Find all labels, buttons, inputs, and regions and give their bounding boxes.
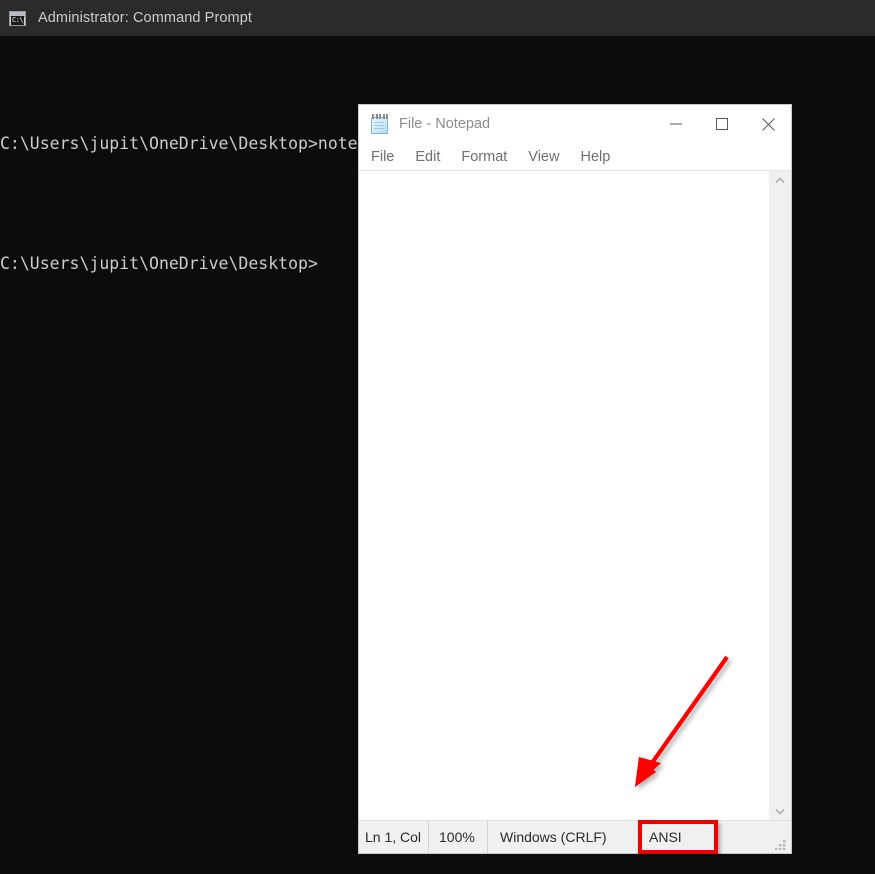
notepad-window[interactable]: File - Notepad File Edit Format View Hel… <box>358 104 792 854</box>
menu-item-edit[interactable]: Edit <box>415 149 440 165</box>
notepad-icon <box>371 114 389 134</box>
status-zoom-level[interactable]: 100% <box>429 821 488 853</box>
menu-item-file[interactable]: File <box>371 149 394 165</box>
command-prompt-icon: C:\_ <box>9 10 26 26</box>
status-line-column[interactable]: Ln 1, Col <box>359 821 429 853</box>
window-controls <box>653 105 791 143</box>
vertical-scrollbar[interactable] <box>769 171 791 820</box>
notepad-menubar: File Edit Format View Help <box>359 143 791 171</box>
close-button[interactable] <box>745 105 791 143</box>
notepad-window-title: File - Notepad <box>399 116 491 132</box>
console-window-title: Administrator: Command Prompt <box>38 10 253 26</box>
chevron-down-icon[interactable] <box>769 802 791 820</box>
notepad-statusbar: Ln 1, Col 100% Windows (CRLF) ANSI <box>359 820 791 853</box>
resize-grip-icon[interactable] <box>775 837 787 851</box>
maximize-button[interactable] <box>699 105 745 143</box>
notepad-text-editor[interactable] <box>359 171 769 820</box>
chevron-up-icon[interactable] <box>769 171 791 189</box>
command-prompt-icon-glyph: C:\_ <box>11 15 24 25</box>
notepad-content-area <box>359 171 791 820</box>
menu-item-help[interactable]: Help <box>580 149 610 165</box>
status-encoding[interactable]: ANSI <box>639 821 682 853</box>
menu-item-view[interactable]: View <box>528 149 559 165</box>
console-titlebar[interactable]: C:\_ Administrator: Command Prompt <box>0 0 875 36</box>
notepad-titlebar[interactable]: File - Notepad <box>359 105 791 143</box>
menu-item-format[interactable]: Format <box>461 149 507 165</box>
status-line-ending[interactable]: Windows (CRLF) <box>488 821 639 853</box>
minimize-button[interactable] <box>653 105 699 143</box>
